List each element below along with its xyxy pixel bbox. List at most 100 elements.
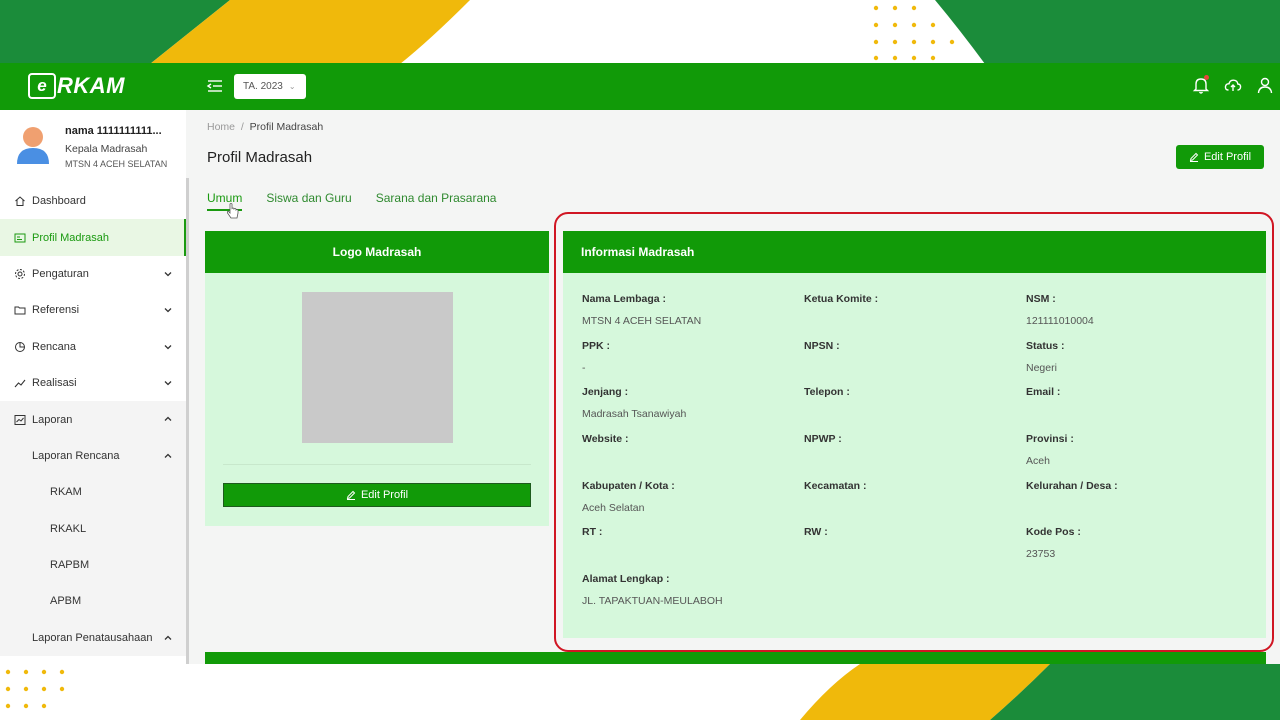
pie-icon: [14, 341, 26, 353]
info-field: Alamat Lengkap : JL. TAPAKTUAN-MEULABOH: [582, 573, 804, 620]
info-field: NPSN :: [804, 340, 1026, 387]
sidebar-item-laporan-penatausahaan[interactable]: Laporan Penatausahaan: [0, 619, 186, 657]
decorative-banner-top: [0, 0, 1280, 64]
info-field-label: RW :: [804, 526, 828, 539]
chevron-down-icon: [162, 304, 174, 316]
info-field: Kabupaten / Kota : Aceh Selatan: [582, 480, 804, 527]
sidebar-scrollbar[interactable]: [186, 178, 189, 664]
app-window: e RKAM TA. 2023 ⌄ nama 1111111111... Kep…: [0, 63, 1280, 664]
sidebar-item-label: APBM: [50, 595, 82, 608]
cursor-icon: [226, 203, 239, 219]
logo-image-placeholder: [302, 292, 453, 443]
sidebar-item-referensi[interactable]: Referensi: [0, 292, 186, 328]
info-field-label: Telepon :: [804, 386, 850, 399]
top-icons: [1192, 75, 1274, 95]
edit-profil-card-label: Edit Profil: [360, 489, 409, 501]
info-field: Kecamatan :: [804, 480, 1026, 527]
tab-sarana-dan-prasarana[interactable]: Sarana dan Prasarana: [376, 191, 497, 211]
info-field-label: PPK :: [582, 339, 611, 352]
info-field: Email :: [1026, 386, 1252, 433]
trend-icon: [14, 377, 26, 389]
sidebar-item-laporan[interactable]: Laporan: [0, 401, 186, 438]
sidebar-item-realisasi[interactable]: Realisasi: [0, 365, 186, 401]
sidebar-item-rapbm[interactable]: RAPBM: [0, 546, 186, 584]
info-field-value: [804, 362, 1026, 374]
info-field-label: Nama Lembaga :: [582, 293, 667, 305]
sidebar-item-profil-madrasah[interactable]: Profil Madrasah: [0, 219, 186, 257]
info-field: Telepon :: [804, 386, 1026, 433]
sidebar-item-label: Rencana: [32, 340, 77, 353]
info-field-value: [804, 455, 1026, 467]
breadcrumb-separator: /: [240, 121, 244, 133]
sidebar-item-label: RKAKL: [50, 522, 87, 535]
edit-profil-button[interactable]: Edit Profil: [1176, 145, 1264, 169]
tab-bar: Umum Siswa dan Guru Sarana dan Prasarana: [207, 191, 520, 211]
sidebar-item-rkakl[interactable]: RKAKL: [0, 510, 186, 547]
user-icon[interactable]: [1256, 75, 1274, 95]
info-field-label: Email :: [1026, 386, 1061, 399]
sidebar-item-pengaturan[interactable]: Pengaturan: [0, 256, 186, 292]
sidebar-item-rkam[interactable]: RKAM: [0, 474, 186, 511]
chevron-down-icon: [162, 268, 174, 280]
info-field-value: [804, 548, 1026, 560]
info-field-value: Aceh Selatan: [582, 501, 645, 514]
info-field-label: Website :: [582, 433, 629, 446]
chevron-down-icon: ⌄: [288, 82, 296, 91]
divider: [223, 464, 531, 465]
chevron-up-icon: [162, 632, 174, 644]
tab-siswa-dan-guru[interactable]: Siswa dan Guru: [266, 191, 351, 211]
home-icon: [14, 195, 26, 207]
sidebar-item-label: Referensi: [32, 304, 80, 317]
chevron-down-icon: [162, 377, 174, 389]
notification-dot: [1204, 75, 1209, 80]
cloud-sync-icon[interactable]: [1224, 75, 1242, 95]
logo-text: RKAM: [57, 73, 125, 98]
info-field-label: NSM :: [1026, 293, 1056, 305]
sidebar-item-label: Laporan: [32, 413, 73, 426]
info-field: RT :: [582, 526, 804, 573]
sidebar-item-label: Realisasi: [32, 377, 77, 390]
sidebar-item-rencana[interactable]: Rencana: [0, 329, 186, 365]
info-field-value: [804, 502, 1026, 514]
info-field-label: RT :: [582, 526, 603, 539]
bell-icon[interactable]: [1192, 75, 1210, 95]
info-field: Status : Negeri: [1026, 340, 1252, 387]
info-field-value: Madrasah Tsanawiyah: [582, 408, 687, 421]
sidebar-nav: Dashboard Profil Madrasah Pengaturan Ref…: [0, 183, 186, 657]
folder-icon: [14, 304, 26, 316]
info-field: Kelurahan / Desa :: [1026, 480, 1252, 527]
info-grid: Nama Lembaga : MTSN 4 ACEH SELATAN Ketua K…: [582, 293, 1252, 620]
user-school: MTSN 4 ACEH SELATAN: [65, 159, 168, 169]
pencil-icon: [346, 490, 356, 500]
info-field-value: Negeri: [1026, 361, 1057, 374]
info-field-label: Kode Pos :: [1026, 526, 1081, 539]
chevron-down-icon: [162, 341, 174, 353]
app-logo[interactable]: e RKAM: [28, 72, 125, 100]
breadcrumb-home[interactable]: Home: [207, 121, 235, 133]
breadcrumb-current: Profil Madrasah: [249, 121, 324, 133]
info-field-value: [582, 548, 804, 560]
sidebar-item-laporan-rencana[interactable]: Laporan Rencana: [0, 437, 186, 475]
info-field-value: MTSN 4 ACEH SELATAN: [582, 315, 702, 327]
menu-toggle-icon[interactable]: [205, 76, 225, 96]
edit-profil-label: Edit Profil: [1203, 151, 1252, 163]
info-field: Website :: [582, 433, 804, 480]
info-field-label: Kabupaten / Kota :: [582, 479, 675, 492]
top-navbar: e RKAM TA. 2023 ⌄: [0, 63, 1280, 110]
info-field-value: [804, 408, 1026, 420]
info-field-value: 121111010004: [1026, 315, 1094, 327]
sidebar-item-apbm[interactable]: APBM: [0, 583, 186, 620]
logo-card-title: Logo Madrasah: [205, 231, 549, 273]
user-info: nama 1111111111... Kepala Madrasah MTSN …: [65, 125, 167, 169]
edit-profil-card-button[interactable]: Edit Profil: [223, 483, 531, 507]
year-select[interactable]: TA. 2023 ⌄: [234, 74, 306, 99]
info-field: Nama Lembaga : MTSN 4 ACEH SELATAN: [582, 293, 804, 340]
report-icon: [14, 414, 26, 426]
sidebar-item-dashboard[interactable]: Dashboard: [0, 183, 186, 219]
breadcrumb: Home / Profil Madrasah: [207, 121, 323, 133]
chevron-up-icon: [162, 450, 174, 462]
user-profile: nama 1111111111... Kepala Madrasah MTSN …: [14, 124, 167, 169]
info-field-label: Ketua Komite :: [804, 293, 879, 305]
page-title: Profil Madrasah: [207, 149, 313, 166]
info-field-value: -: [582, 361, 586, 374]
